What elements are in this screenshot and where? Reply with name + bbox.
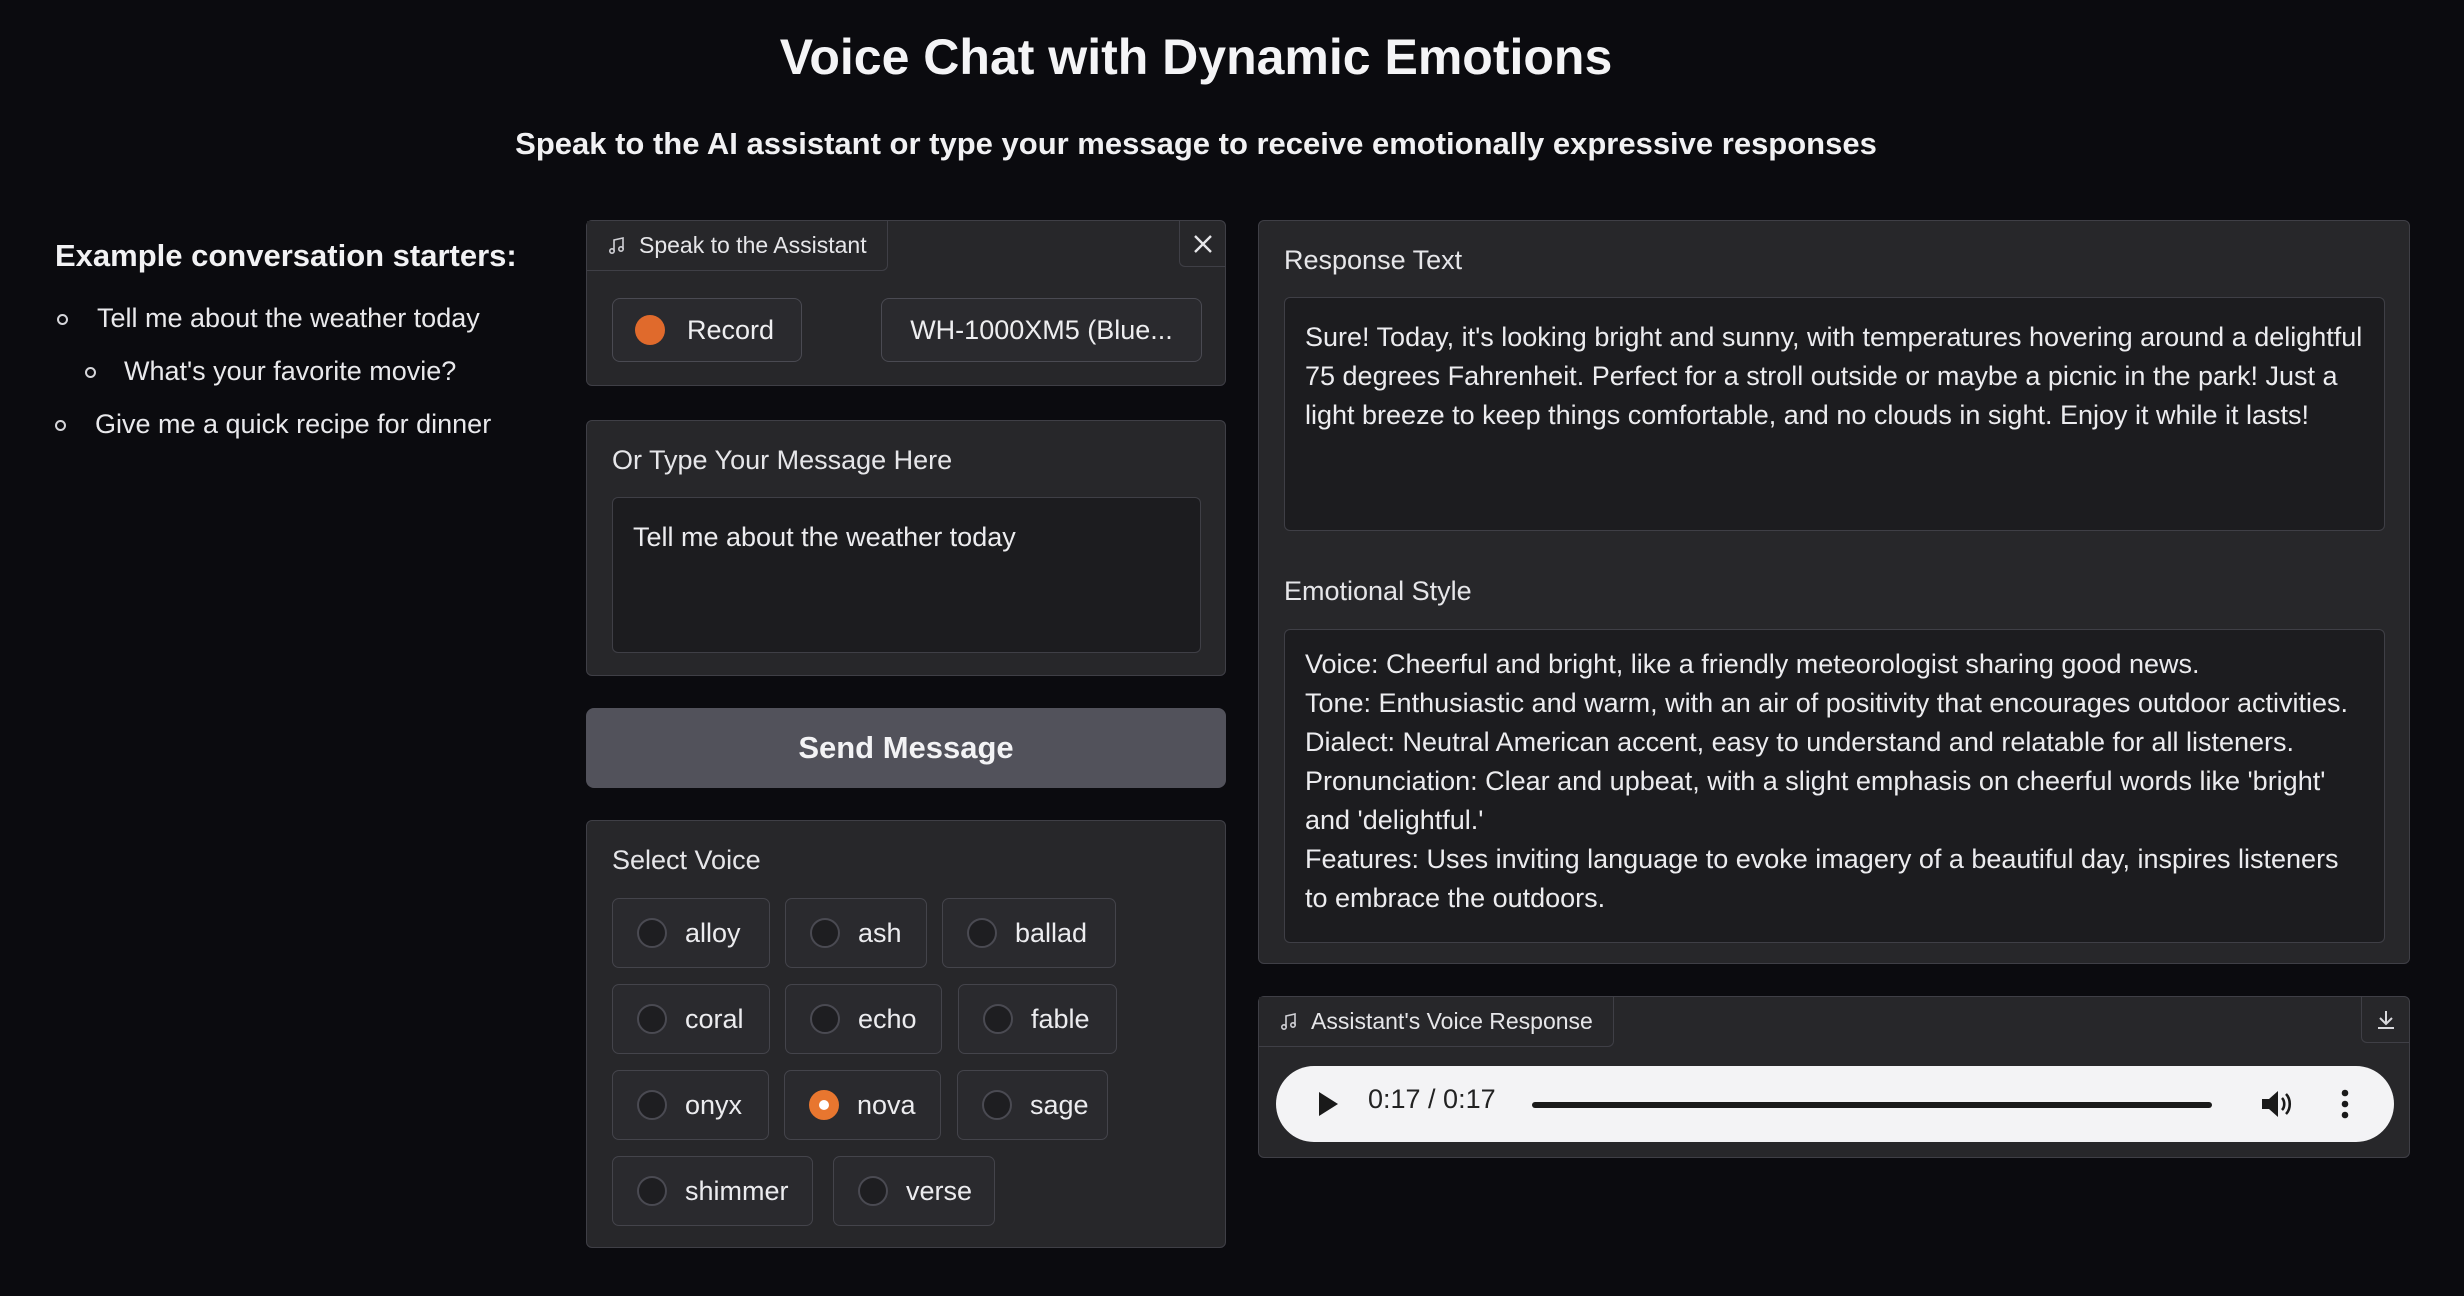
voice-option-label: verse: [906, 1175, 973, 1206]
examples-sidebar: Example conversation starters: Tell me a…: [55, 238, 535, 451]
voice-option-coral[interactable]: coral: [612, 984, 770, 1054]
download-icon: [2377, 1010, 2394, 1029]
emotional-style-textarea[interactable]: Voice: Cheerful and bright, like a frien…: [1284, 629, 2385, 943]
radio-circle: [637, 1004, 667, 1034]
example-item[interactable]: Tell me about the weather today: [55, 292, 535, 345]
radio-circle: [637, 1176, 667, 1206]
audio-input-label-text: Speak to the Assistant: [639, 232, 867, 258]
style-line-voice: Voice: Cheerful and bright, like a frien…: [1305, 649, 2200, 679]
bullet-icon: [55, 420, 66, 431]
voice-option-label: coral: [685, 1003, 744, 1034]
page-title: Voice Chat with Dynamic Emotions: [779, 29, 1613, 85]
radio-circle: [982, 1090, 1012, 1120]
example-item-label: Give me a quick recipe for dinner: [95, 409, 492, 439]
play-icon: [1319, 1092, 1338, 1116]
volume-button[interactable]: [2260, 1088, 2294, 1127]
voice-option-label: ballad: [1015, 917, 1088, 948]
voice-option-shimmer[interactable]: shimmer: [612, 1156, 813, 1226]
audio-progress-bar[interactable]: [1532, 1102, 2212, 1108]
page-subtitle: Speak to the AI assistant or type your m…: [515, 126, 1877, 161]
voice-option-ash[interactable]: ash: [785, 898, 927, 968]
audio-device-value: WH-1000XM5 (Blue...: [910, 314, 1173, 345]
message-textarea[interactable]: Tell me about the weather today: [612, 497, 1201, 653]
voice-option-onyx[interactable]: onyx: [612, 1070, 769, 1140]
voice-option-label: sage: [1030, 1089, 1089, 1120]
close-icon: [1193, 234, 1212, 253]
voice-option-fable[interactable]: fable: [958, 984, 1117, 1054]
more-vertical-icon: [2341, 1089, 2349, 1119]
music-note-icon: [1279, 1012, 1299, 1032]
audio-input-label: Speak to the Assistant: [587, 221, 888, 271]
send-message-button[interactable]: Send Message: [586, 708, 1226, 788]
radio-circle: [810, 918, 840, 948]
audio-input-panel: Speak to the Assistant Record WH-1000XM5…: [586, 220, 1226, 386]
voice-select-panel: Select Voice alloy ash ballad coral echo…: [586, 820, 1226, 1248]
example-item[interactable]: What's your favorite movie?: [55, 345, 535, 398]
voice-option-label: nova: [857, 1089, 916, 1120]
voice-option-label: onyx: [685, 1089, 743, 1120]
voice-option-ballad[interactable]: ballad: [942, 898, 1116, 968]
record-button[interactable]: Record: [612, 298, 802, 362]
voice-select-label: Select Voice: [612, 845, 761, 875]
voice-option-sage[interactable]: sage: [957, 1070, 1108, 1140]
voice-response-label-text: Assistant's Voice Response: [1311, 1008, 1593, 1034]
style-line-pronunciation: Pronunciation: Clear and upbeat, with a …: [1305, 766, 2326, 835]
response-textarea[interactable]: Sure! Today, it's looking bright and sun…: [1284, 297, 2385, 531]
emotional-style-label: Emotional Style: [1284, 576, 1472, 606]
music-note-icon: [607, 236, 627, 256]
radio-circle: [858, 1176, 888, 1206]
audio-device-select[interactable]: WH-1000XM5 (Blue...: [881, 298, 1202, 362]
radio-circle-selected: [809, 1090, 839, 1120]
example-item[interactable]: Give me a quick recipe for dinner: [55, 398, 535, 451]
audio-player: 0:17 / 0:17: [1276, 1066, 2394, 1142]
radio-circle: [637, 918, 667, 948]
play-button[interactable]: [1316, 1090, 1340, 1125]
voice-option-label: echo: [858, 1003, 917, 1034]
style-line-tone: Tone: Enthusiastic and warm, with an air…: [1305, 688, 2349, 718]
voice-response-label: Assistant's Voice Response: [1259, 997, 1614, 1047]
bullet-icon: [57, 314, 68, 325]
response-panel: Response Text Sure! Today, it's looking …: [1258, 220, 2410, 964]
voice-option-label: alloy: [685, 917, 741, 948]
text-input-label: Or Type Your Message Here: [612, 445, 953, 475]
voice-option-label: ash: [858, 917, 902, 948]
radio-circle: [983, 1004, 1013, 1034]
response-text-label: Response Text: [1284, 245, 1463, 275]
record-label: Record: [687, 314, 775, 345]
radio-circle: [637, 1090, 667, 1120]
record-icon: [635, 315, 665, 345]
style-line-features: Features: Uses inviting language to evok…: [1305, 844, 2339, 913]
bullet-icon: [85, 367, 96, 378]
download-button[interactable]: [2361, 997, 2409, 1043]
example-item-label: What's your favorite movie?: [124, 356, 457, 386]
radio-circle: [967, 918, 997, 948]
close-button[interactable]: [1179, 221, 1225, 267]
audio-time: 0:17 / 0:17: [1368, 1084, 1496, 1114]
voice-option-echo[interactable]: echo: [785, 984, 942, 1054]
radio-circle: [810, 1004, 840, 1034]
example-item-label: Tell me about the weather today: [97, 303, 480, 333]
voice-option-nova[interactable]: nova: [784, 1070, 941, 1140]
voice-option-verse[interactable]: verse: [833, 1156, 995, 1226]
voice-option-alloy[interactable]: alloy: [612, 898, 770, 968]
voice-option-label: shimmer: [685, 1175, 789, 1206]
style-line-dialect: Dialect: Neutral American accent, easy t…: [1305, 727, 2295, 757]
volume-icon: [2262, 1091, 2292, 1117]
more-options-button[interactable]: [2340, 1088, 2350, 1127]
voice-option-label: fable: [1031, 1003, 1090, 1034]
text-input-panel: Or Type Your Message Here Tell me about …: [586, 420, 1226, 676]
examples-heading: Example conversation starters:: [55, 238, 517, 273]
